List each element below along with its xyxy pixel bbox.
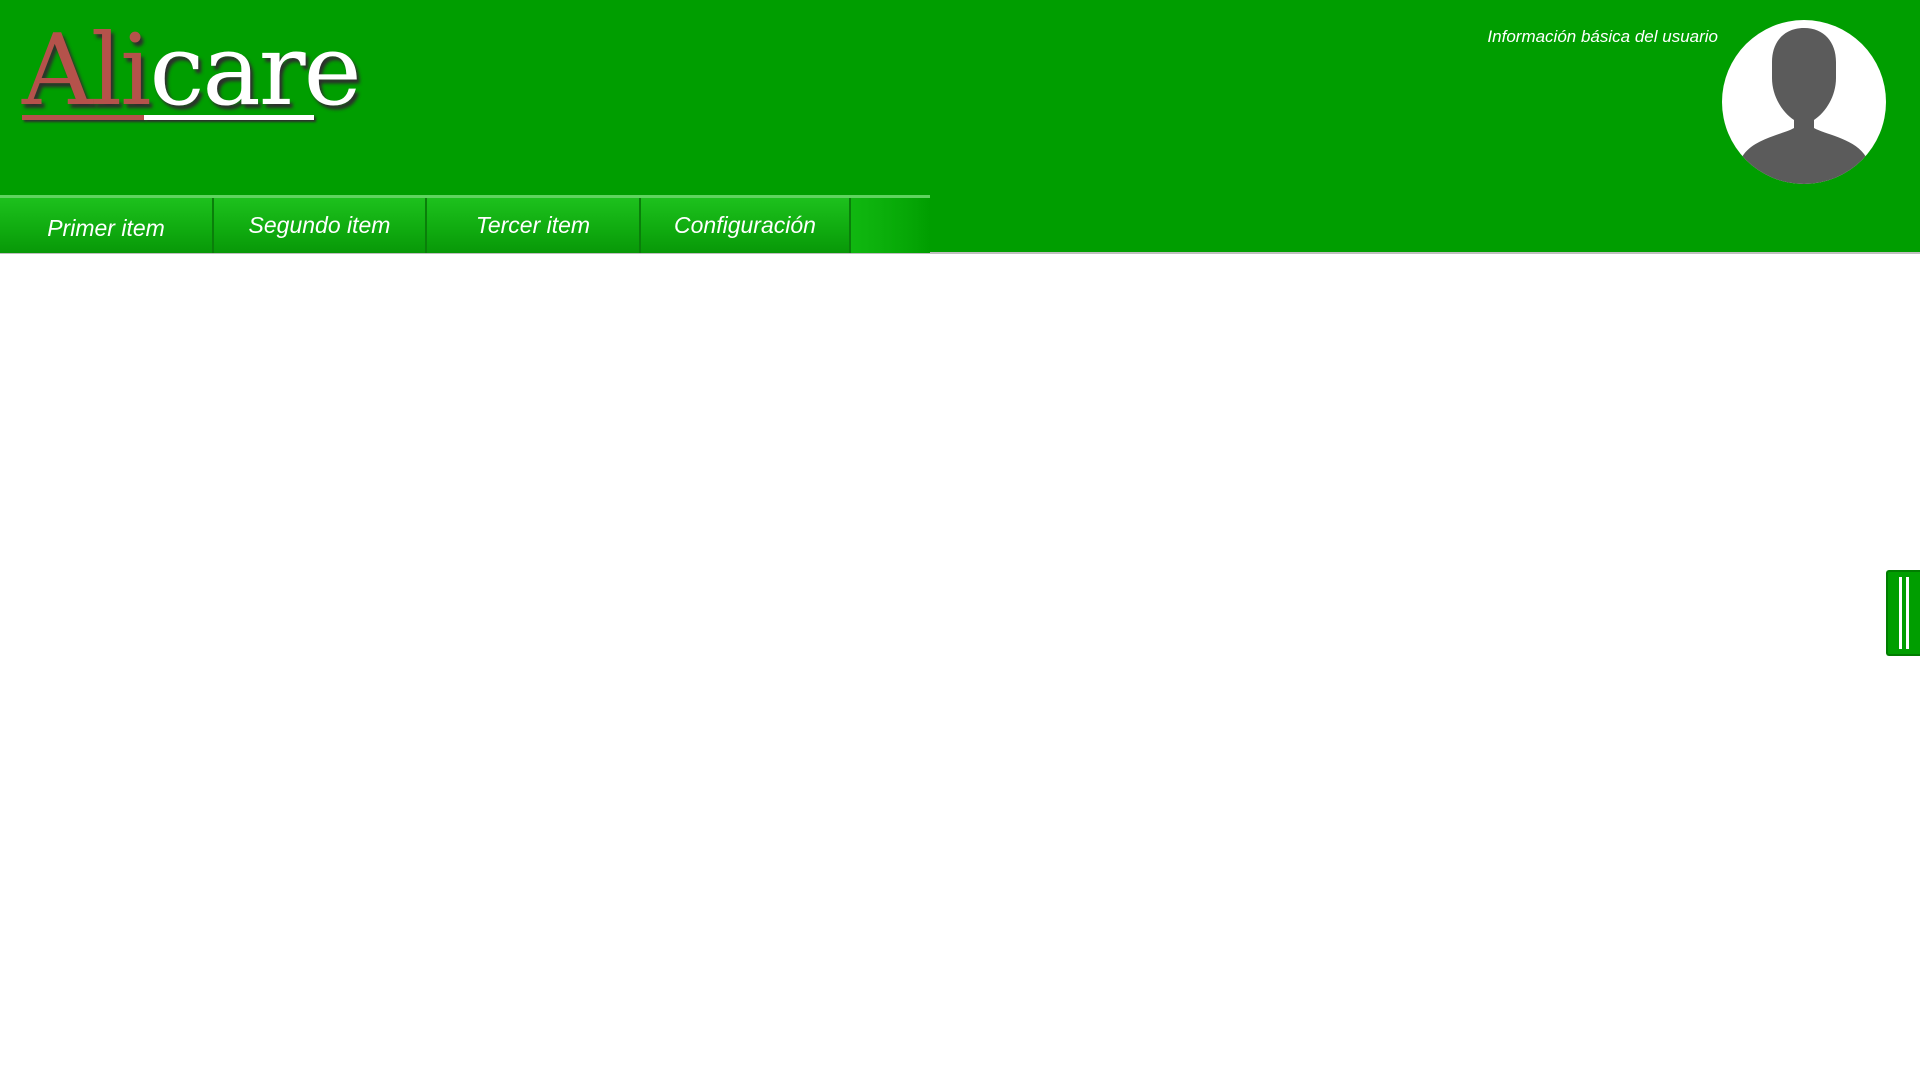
logo-underline (22, 115, 314, 120)
logo-part-care: care (149, 14, 361, 128)
logo-part-ali: Ali (22, 14, 151, 128)
drag-handle-icon (1899, 577, 1902, 649)
drag-handle-icon-bar (1906, 577, 1909, 649)
nav-item-tercer[interactable]: Tercer item (427, 198, 641, 253)
nav-item-primer[interactable]: Primer item (0, 198, 214, 253)
user-info-label[interactable]: Información básica del usuario (1487, 27, 1718, 47)
logo-underline-red (22, 115, 144, 120)
app-header: Alicare Información básica del usuario P… (0, 0, 1920, 254)
nav-item-segundo[interactable]: Segundo item (214, 198, 427, 253)
user-avatar[interactable] (1722, 20, 1886, 184)
user-silhouette-icon (1736, 28, 1872, 184)
logo-underline-white (144, 115, 314, 120)
nav-tail (851, 198, 930, 253)
nav-item-configuracion[interactable]: Configuración (641, 198, 851, 253)
side-panel-handle[interactable] (1886, 570, 1920, 656)
app-logo[interactable]: Alicare (22, 22, 362, 120)
main-nav: Primer item Segundo item Tercer item Con… (0, 195, 930, 253)
